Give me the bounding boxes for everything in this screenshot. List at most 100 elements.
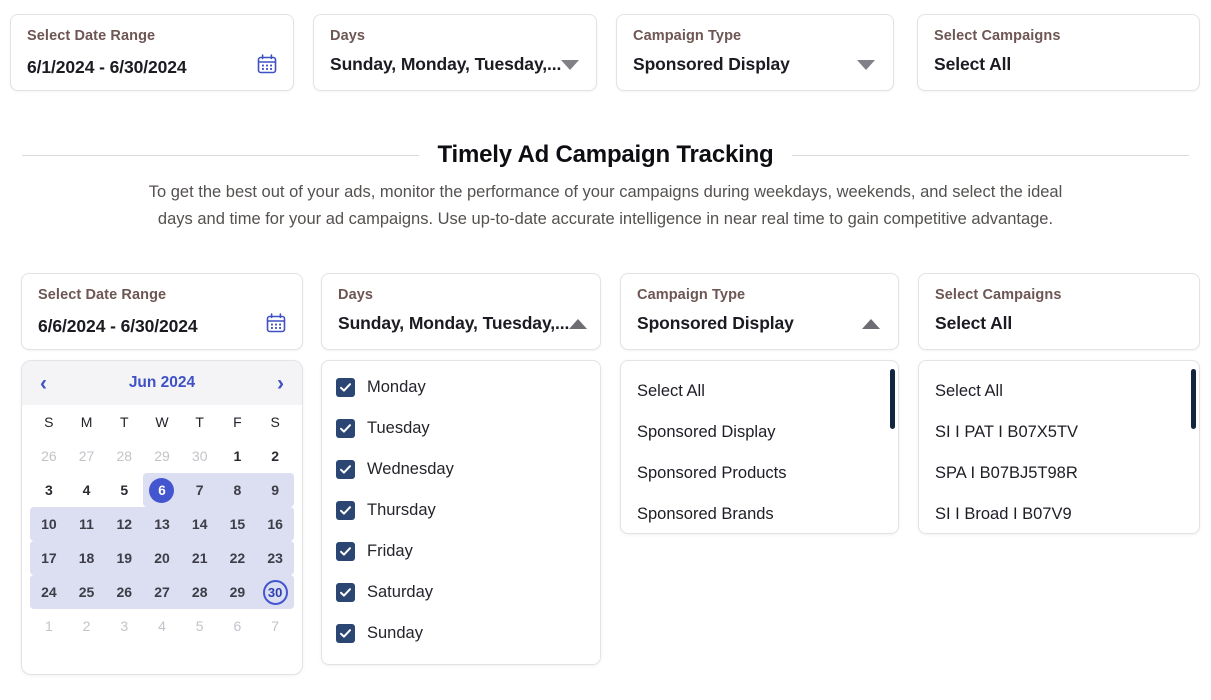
filter-card-days-top[interactable]: Days Sunday, Monday, Tuesday,... [313,14,597,91]
filter-card-days-bottom[interactable]: Days Sunday, Monday, Tuesday,... [321,273,601,350]
calendar-day-cell[interactable]: 8 [219,473,257,507]
calendar-day-cell[interactable]: 17 [30,541,68,575]
calendar-day-number: 28 [116,448,132,464]
campaign-option[interactable]: SPA I B07BJ5T98R [919,453,1199,494]
calendar-day-cell[interactable]: 13 [143,507,181,541]
checkbox-checked-icon[interactable] [336,542,355,561]
chevron-down-icon[interactable] [561,60,579,70]
calendar-icon[interactable] [257,54,277,80]
calendar-day-cell[interactable]: 23 [256,541,294,575]
calendar-day-number: 27 [154,584,170,600]
calendar-day-cell[interactable]: 22 [219,541,257,575]
checkbox-checked-icon[interactable] [336,378,355,397]
date-range-value: 6/1/2024 - 6/30/2024 [27,57,187,78]
calendar-dow-0: S [30,405,68,439]
calendar-day-cell[interactable]: 18 [68,541,106,575]
days-dropdown-popup[interactable]: MondayTuesdayWednesdayThursdayFriday Satu… [321,360,601,665]
day-label: Sunday [367,624,423,643]
checkbox-checked-icon[interactable] [336,583,355,602]
campaign-type-option[interactable]: Sponsored Display [621,412,898,453]
page-title-band: Timely Ad Campaign Tracking [0,140,1211,170]
calendar-day-cell[interactable]: 4 [68,473,106,507]
day-checkbox-row[interactable]: Thursday [322,490,600,531]
calendar-day-cell[interactable]: 7 [181,473,219,507]
chevron-down-icon[interactable] [857,60,875,70]
campaign-type-dropdown-popup[interactable]: Select AllSponsored DisplaySponsored Pro… [620,360,899,534]
calendar-day-grid[interactable]: 2627282930123456789101112131415161718192… [22,439,302,643]
calendar-day-cell[interactable]: 1 [219,439,257,473]
calendar-day-cell[interactable]: 16 [256,507,294,541]
scrollbar-thumb[interactable] [1191,369,1196,429]
calendar-day-cell[interactable]: 20 [143,541,181,575]
chevron-left-icon[interactable]: ‹ [40,373,47,394]
calendar-day-cell[interactable]: 21 [181,541,219,575]
calendar-day-number: 25 [79,584,95,600]
calendar-day-cell[interactable]: 24 [30,575,68,609]
calendar-day-number: 18 [79,550,95,566]
calendar-day-number: 19 [116,550,132,566]
checkbox-checked-icon[interactable] [336,460,355,479]
calendar-day-cell[interactable]: 30 [256,575,294,609]
campaign-type-option[interactable]: Sponsored Brands [621,494,898,534]
calendar-day-cell[interactable]: 5 [105,473,143,507]
campaigns-dropdown-popup[interactable]: Select AllSI I PAT I B07X5TVSPA I B07BJ5… [918,360,1200,534]
campaigns-option-list[interactable]: Select AllSI I PAT I B07X5TVSPA I B07BJ5… [919,361,1199,534]
day-label: Saturday [367,583,433,602]
campaign-option[interactable]: Select All [919,371,1199,412]
days-value: Sunday, Monday, Tuesday,... [330,54,561,75]
day-checkbox-row[interactable]: Tuesday [322,408,600,449]
calendar-icon[interactable] [266,313,286,339]
campaign-type-option[interactable]: Sponsored Products [621,453,898,494]
day-checkbox-row[interactable]: Monday [322,367,600,408]
filter-card-campaign-type-top[interactable]: Campaign Type Sponsored Display [616,14,894,91]
calendar-day-cell: 29 [143,439,181,473]
chevron-right-icon[interactable]: › [277,373,284,394]
subtitle-line-1: To get the best out of your ads, monitor… [0,179,1211,206]
chevron-up-icon[interactable] [569,319,587,329]
day-checkbox-row[interactable]: Sunday [322,613,600,654]
campaign-option[interactable]: SI I Broad I B07V9 [919,494,1199,534]
chevron-up-icon[interactable] [862,319,880,329]
calendar-day-number: 2 [83,618,91,634]
calendar-day-number: 5 [196,618,204,634]
calendar-day-cell[interactable]: 10 [30,507,68,541]
calendar-day-cell[interactable]: 15 [219,507,257,541]
scrollbar-track[interactable] [1191,369,1196,525]
campaign-type-option[interactable]: Select All [621,371,898,412]
day-checkbox-row[interactable]: Friday [322,531,600,572]
campaign-type-option-list[interactable]: Select AllSponsored DisplaySponsored Pro… [621,361,898,534]
calendar-day-cell[interactable]: 6 [143,473,181,507]
filter-card-date-range-top[interactable]: Select Date Range 6/1/2024 - 6/30/2024 [10,14,294,91]
calendar-day-cell[interactable]: 12 [105,507,143,541]
calendar-day-cell[interactable]: 19 [105,541,143,575]
filter-card-campaigns-bottom[interactable]: Select Campaigns Select All [918,273,1200,350]
calendar-day-cell[interactable]: 26 [105,575,143,609]
calendar-day-cell[interactable]: 29 [219,575,257,609]
checkbox-checked-icon[interactable] [336,501,355,520]
calendar-day-cell[interactable]: 27 [143,575,181,609]
calendar-day-number: 12 [116,516,132,532]
checkbox-checked-icon[interactable] [336,624,355,643]
filter-card-campaign-type-bottom[interactable]: Campaign Type Sponsored Display [620,273,899,350]
checkbox-checked-icon[interactable] [336,419,355,438]
scrollbar-thumb[interactable] [890,369,895,429]
filter-card-date-range-bottom[interactable]: Select Date Range 6/6/2024 - 6/30/2024 [21,273,303,350]
calendar-day-cell[interactable]: 9 [256,473,294,507]
calendar-day-cell[interactable]: 11 [68,507,106,541]
day-checkbox-row[interactable]: Saturday [322,572,600,613]
calendar-day-number: 6 [149,478,174,503]
calendar-day-cell[interactable]: 25 [68,575,106,609]
page-title: Timely Ad Campaign Tracking [437,141,773,169]
calendar-day-cell[interactable]: 3 [30,473,68,507]
calendar-day-cell[interactable]: 14 [181,507,219,541]
calendar-day-number: 16 [267,516,283,532]
calendar-popup[interactable]: ‹ Jun 2024 › SMTWTFS 2627282930123456789… [21,360,303,675]
day-checkbox-row[interactable]: Wednesday [322,449,600,490]
campaign-option[interactable]: SI I PAT I B07X5TV [919,412,1199,453]
calendar-day-cell[interactable]: 28 [181,575,219,609]
filter-card-campaigns-top[interactable]: Select Campaigns Select All [917,14,1200,91]
scrollbar-track[interactable] [890,369,895,525]
campaigns-value: Select All [935,313,1012,334]
calendar-day-cell: 27 [68,439,106,473]
calendar-day-cell[interactable]: 2 [256,439,294,473]
